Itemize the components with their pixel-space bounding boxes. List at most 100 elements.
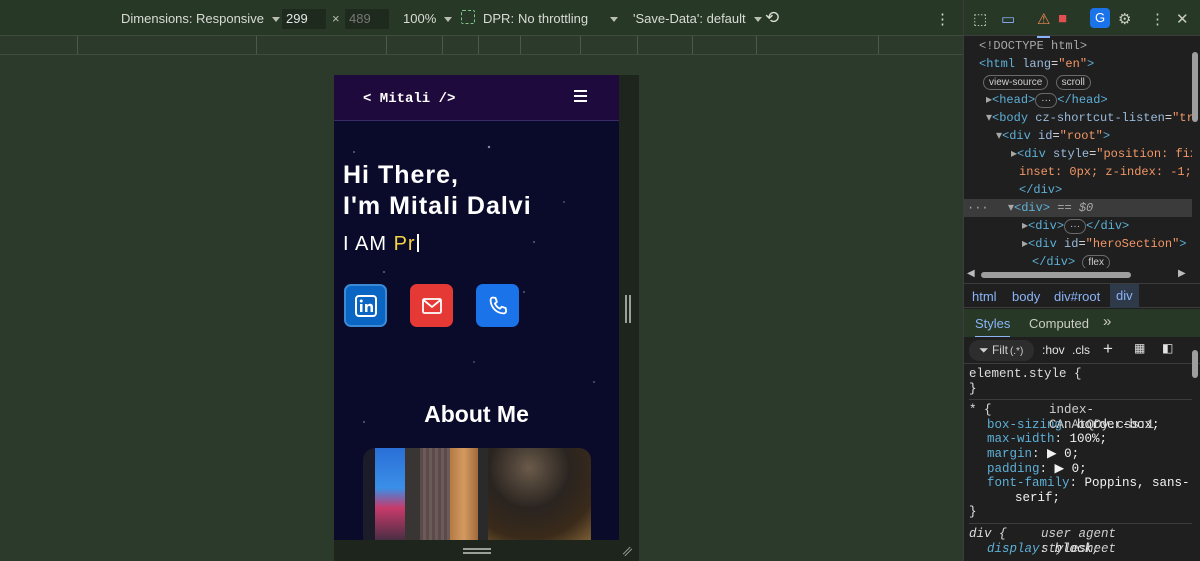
dom-line: </div> — [1019, 183, 1063, 197]
css-rule-line[interactable]: font-family: Poppins, sans- — [969, 476, 1192, 491]
chevron-down-icon — [271, 17, 280, 23]
cls-toggle[interactable]: .cls — [1072, 343, 1090, 357]
mail-icon — [421, 297, 442, 314]
resize-handle-vertical[interactable] — [625, 295, 631, 323]
subtitle-prefix: I AM — [343, 233, 394, 255]
site-logo[interactable]: < Mitali /> — [363, 91, 455, 107]
save-data-value: 'Save-Data': default — [633, 11, 746, 26]
about-photo — [363, 448, 591, 540]
vertical-scrollbar[interactable] — [1192, 52, 1198, 122]
hero-line-2: I'm Mitali Dalvi — [343, 192, 532, 220]
tab-styles[interactable]: Styles — [975, 316, 1011, 338]
styles-filter-bar: ⏷ Filt (.*) :hov .cls + ▦ ◧ — [964, 337, 1200, 364]
horizontal-scrollbar[interactable]: ◀ ▶ — [964, 268, 1192, 282]
tab-computed[interactable]: Computed — [1029, 316, 1089, 331]
css-rule-continuation: serif; — [1015, 490, 1061, 505]
rotate-icon[interactable]: ⟲ — [765, 8, 779, 28]
rule-close: } — [969, 505, 977, 520]
devtools-header: ⬚ ▭ ⚠ ■ G ⚙ ⋮ ✕ — [964, 0, 1200, 38]
dpr-icon — [461, 10, 475, 24]
typed-text: Pr — [393, 233, 416, 255]
save-data-select[interactable]: 'Save-Data': default — [633, 11, 762, 26]
css-rule-line[interactable]: padding: ▶ 0; — [969, 462, 1192, 477]
chevron-down-icon — [753, 17, 762, 23]
breadcrumb-div[interactable]: div — [1110, 284, 1139, 308]
dom-line[interactable]: ▸<head> ··· </head> — [964, 91, 1192, 109]
ai-assistance-icon[interactable]: G — [1090, 8, 1110, 28]
zoom-value: 100% — [403, 11, 437, 26]
dom-line-selected[interactable]: ··· ▾<div> == $0 — [964, 199, 1192, 217]
hero-subtitle: I AM Pr — [343, 233, 419, 256]
dom-line[interactable]: ▸<div> ··· </div> — [964, 217, 1192, 235]
paint-icon[interactable]: ▦ — [1134, 341, 1145, 355]
star-rule-header: * {index-CAnAtQDy.css:1 — [969, 403, 1192, 432]
flex-badge[interactable]: flex — [1082, 255, 1110, 269]
resize-handle-horizontal[interactable] — [463, 548, 491, 554]
dpr-label: DPR: — [483, 11, 515, 26]
device-toolbar: Dimensions: Responsive 299 × 489 100% DP… — [0, 0, 963, 35]
hov-toggle[interactable]: :hov — [1042, 343, 1065, 357]
gear-icon[interactable]: ⚙ — [1118, 10, 1131, 28]
styles-scrollbar[interactable] — [1192, 350, 1198, 378]
device-toggle-icon[interactable]: ▭ — [1001, 10, 1015, 28]
breadcrumb-html[interactable]: html — [972, 289, 997, 304]
dom-line[interactable]: <!DOCTYPE html> — [964, 37, 1192, 55]
element-style-selector[interactable]: element.style { — [969, 367, 1192, 382]
phone-icon — [489, 296, 507, 314]
hero-line-1: Hi There, — [343, 161, 459, 189]
ruler — [0, 35, 963, 55]
chevron-down-icon — [610, 17, 619, 23]
regex-toggle[interactable]: (.*) — [1010, 346, 1023, 357]
css-rule-line[interactable]: max-width: 100%; — [969, 432, 1192, 447]
typing-cursor — [416, 234, 419, 252]
sidebar-toggle-icon[interactable]: ◧ — [1162, 341, 1173, 355]
add-rule-button[interactable]: + — [1103, 339, 1113, 359]
dom-line[interactable]: ▾<div id="root"> — [964, 127, 1192, 145]
div-rule-header: div {user agent stylesheet — [969, 527, 1192, 556]
dimensions-select[interactable]: Responsive — [196, 11, 280, 26]
css-rule-line[interactable]: margin: ▶ 0; — [969, 447, 1192, 462]
dom-line[interactable]: ▸<div id="heroSection"> — [964, 235, 1192, 253]
linkedin-icon — [354, 294, 377, 317]
hero-title: Hi There, I'm Mitali Dalvi — [343, 160, 532, 222]
more-tabs-icon[interactable]: » — [1103, 313, 1111, 330]
rule-close: } — [969, 381, 977, 396]
dimensions-value: Responsive — [196, 11, 264, 26]
dom-line[interactable]: ▾<body cz-shortcut-listen="tru — [964, 109, 1192, 127]
chevron-down-icon — [444, 17, 453, 23]
dom-line: inset: 0px; z-index: -1;" — [1019, 165, 1192, 179]
phone-button[interactable] — [476, 284, 519, 327]
warning-icon[interactable]: ⚠ — [1037, 10, 1051, 38]
zoom-select[interactable]: 100% — [403, 11, 453, 26]
view-source-badge[interactable]: view-source — [983, 75, 1049, 90]
dom-line[interactable]: ▸<div style="position: fix — [964, 145, 1192, 163]
scroll-badge[interactable]: scroll — [1055, 75, 1091, 90]
dom-badges: view-source scroll — [964, 73, 1192, 91]
throttling-select[interactable]: No throttling — [518, 11, 619, 26]
times-sign: × — [332, 11, 340, 26]
dom-line: </div> flex — [964, 253, 1192, 269]
throttling-value: No throttling — [518, 11, 589, 26]
breadcrumb: html body div#root div — [964, 283, 1200, 308]
more-options-icon[interactable]: ⋮ — [1150, 10, 1165, 28]
error-icon[interactable]: ■ — [1058, 10, 1067, 27]
filter-input[interactable]: ⏷ Filt (.*) — [969, 340, 1034, 361]
stylesheet-link[interactable]: index-CAnAtQDy.css:1 — [1049, 403, 1192, 432]
dimensions-label: Dimensions: — [121, 11, 193, 26]
width-input[interactable]: 299 — [282, 9, 326, 29]
close-icon[interactable]: ✕ — [1176, 10, 1189, 28]
linkedin-button[interactable] — [344, 284, 387, 327]
hamburger-menu-icon[interactable] — [574, 90, 587, 102]
devtools-panel: ⬚ ▭ ⚠ ■ G ⚙ ⋮ ✕ <!DOCTYPE html> <html la… — [963, 0, 1200, 561]
site-navbar: < Mitali /> — [334, 75, 619, 121]
height-input[interactable]: 489 — [345, 9, 389, 29]
dom-line[interactable]: <html lang="en"> — [964, 55, 1192, 73]
ua-stylesheet-label: user agent stylesheet — [1041, 526, 1117, 556]
breadcrumb-root[interactable]: div#root — [1054, 289, 1100, 304]
breadcrumb-body[interactable]: body — [1012, 289, 1040, 304]
inspect-element-icon[interactable]: ⬚ — [973, 10, 987, 28]
about-heading: About Me — [424, 401, 529, 427]
styles-pane: element.style { } * {index-CAnAtQDy.css:… — [964, 364, 1192, 561]
email-button[interactable] — [410, 284, 453, 327]
more-options-icon[interactable]: ⋮ — [935, 10, 950, 28]
